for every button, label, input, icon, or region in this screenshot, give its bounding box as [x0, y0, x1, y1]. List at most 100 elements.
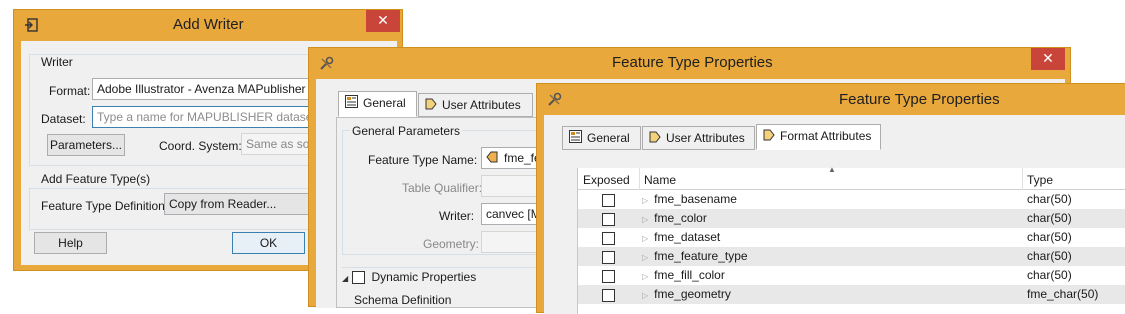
attribute-name: fme_dataset [654, 230, 721, 244]
feature-types-group-label: Add Feature Type(s) [39, 172, 153, 186]
name-cell: ▷ fme_basename [642, 192, 737, 206]
tools-icon [319, 56, 334, 74]
attribute-type: char(50) [1027, 230, 1072, 244]
expand-triangle-icon: ▷ [642, 291, 649, 300]
parameters-button[interactable]: Parameters... [47, 134, 125, 156]
dynamic-properties-label: Dynamic Properties [371, 270, 477, 284]
feature-type-icon [486, 151, 498, 166]
exposed-checkbox[interactable] [602, 194, 615, 208]
feature-type-properties-front-dialog: Feature Type Properties General User Att… [536, 83, 1125, 314]
ftp1-close-button[interactable]: ✕ [1031, 48, 1065, 70]
exposed-checkbox[interactable] [602, 251, 615, 265]
table-row[interactable]: ▷ fme_geometry fme_char(50) [578, 285, 1125, 304]
column-divider [639, 168, 640, 190]
coord-system-label: Coord. System: [159, 139, 242, 153]
help-button-label: Help [58, 236, 83, 250]
user-attributes-tab-icon [649, 128, 661, 150]
sort-ascending-icon: ▲ [828, 165, 836, 174]
format-value: Adobe Illustrator - Avenza MAPublisher [97, 82, 306, 96]
feature-type-definition-label: Feature Type Definition: [41, 199, 169, 213]
ok-button[interactable]: OK [232, 232, 305, 254]
attribute-type: char(50) [1027, 249, 1072, 263]
format-label: Format: [49, 84, 91, 98]
ftp2-tab-user-attributes-label: User Attributes [666, 131, 745, 145]
column-header-name[interactable]: Name [644, 173, 676, 187]
expand-triangle-icon: ▷ [642, 234, 649, 243]
ftp2-tab-format-attributes[interactable]: Format Attributes [756, 124, 881, 150]
attribute-type: char(50) [1027, 211, 1072, 225]
ftp1-title: Feature Type Properties [612, 54, 773, 71]
attributes-table: Exposed Name ▲ Type ▷ fme_basename char(5… [577, 165, 1125, 314]
table-row[interactable]: ▷ fme_dataset char(50) [578, 228, 1125, 247]
attribute-name: fme_basename [654, 192, 737, 206]
ftp1-tab-general[interactable]: General [338, 91, 417, 117]
name-cell: ▷ fme_fill_color [642, 268, 725, 282]
add-writer-close-button[interactable]: ✕ [366, 10, 400, 32]
add-writer-title: Add Writer [173, 16, 244, 33]
ftp2-tab-format-attributes-label: Format Attributes [780, 129, 872, 143]
table-header: Exposed Name ▲ Type [578, 165, 1125, 190]
general-tab-icon [569, 128, 582, 150]
ftp1-tab-user-attributes[interactable]: User Attributes [418, 93, 533, 117]
table-row[interactable]: ▷ fme_basename char(50) [578, 190, 1125, 209]
expand-triangle-icon: ▷ [642, 272, 649, 281]
attribute-type: char(50) [1027, 192, 1072, 206]
collapse-triangle-icon: ◢ [342, 274, 349, 283]
add-writer-titlebar[interactable]: Add Writer ✕ [14, 10, 402, 40]
expand-triangle-icon: ▷ [642, 215, 649, 224]
expand-triangle-icon: ▷ [642, 253, 649, 262]
ftp2-body: General User Attributes Format Attribute… [544, 115, 1125, 314]
table-row[interactable]: ▷ fme_fill_color char(50) [578, 266, 1125, 285]
schema-definition-label: Schema Definition [354, 293, 452, 307]
table-row[interactable]: ▷ fme_color char(50) [578, 209, 1125, 228]
close-icon: ✕ [377, 12, 389, 28]
column-header-exposed[interactable]: Exposed [583, 173, 630, 187]
name-cell: ▷ fme_dataset [642, 230, 720, 244]
format-attributes-tab-icon [763, 126, 775, 148]
attribute-name: fme_fill_color [654, 268, 725, 282]
attribute-type: char(50) [1027, 268, 1072, 282]
exposed-cell [602, 193, 615, 208]
exposed-checkbox[interactable] [602, 232, 615, 246]
name-cell: ▷ fme_feature_type [642, 249, 748, 263]
expand-triangle-icon: ▷ [642, 196, 649, 205]
help-button[interactable]: Help [34, 232, 107, 254]
feature-type-name-label: Feature Type Name: [368, 153, 478, 167]
ftp2-tab-general-label: General [587, 131, 630, 145]
dataset-label: Dataset: [41, 112, 86, 126]
exposed-cell [602, 250, 615, 265]
column-header-type[interactable]: Type [1027, 173, 1053, 187]
exposed-cell [602, 231, 615, 246]
ftp1-tab-user-attributes-label: User Attributes [442, 98, 521, 112]
ftp2-tab-user-attributes[interactable]: User Attributes [642, 126, 755, 150]
exposed-checkbox[interactable] [602, 213, 615, 227]
table-row[interactable]: ▷ fme_feature_type char(50) [578, 247, 1125, 266]
ftp2-title: Feature Type Properties [839, 91, 1000, 108]
name-cell: ▷ fme_geometry [642, 287, 731, 301]
attribute-name: fme_geometry [654, 287, 731, 301]
feature-type-definition-value: Copy from Reader... [169, 197, 277, 211]
ftp2-tab-general[interactable]: General [562, 126, 641, 150]
dataset-placeholder: Type a name for MAPUBLISHER dataset [97, 110, 316, 124]
user-attributes-tab-icon [425, 95, 437, 117]
exposed-checkbox[interactable] [602, 289, 615, 303]
dynamic-properties-header[interactable]: ◢ Dynamic Properties [342, 267, 562, 285]
name-cell: ▷ fme_color [642, 211, 707, 225]
ftp1-titlebar[interactable]: Feature Type Properties ✕ [309, 48, 1070, 78]
tools-icon [547, 92, 562, 110]
general-parameters-label: General Parameters [350, 124, 463, 138]
geometry-label: Geometry: [423, 237, 480, 251]
attribute-type: fme_char(50) [1027, 287, 1099, 301]
general-tab-icon [345, 93, 358, 115]
dynamic-properties-checkbox[interactable] [352, 271, 366, 285]
ok-button-label: OK [259, 236, 278, 250]
column-divider [1022, 168, 1023, 190]
table-qualifier-label: Table Qualifier: [402, 181, 483, 195]
exposed-cell [602, 288, 615, 303]
parameters-button-label: Parameters... [49, 138, 123, 152]
writer-group-label: Writer [39, 55, 75, 69]
exposed-cell [602, 269, 615, 284]
exposed-cell [602, 212, 615, 227]
ftp2-titlebar[interactable]: Feature Type Properties [537, 84, 1125, 114]
exposed-checkbox[interactable] [602, 270, 615, 284]
